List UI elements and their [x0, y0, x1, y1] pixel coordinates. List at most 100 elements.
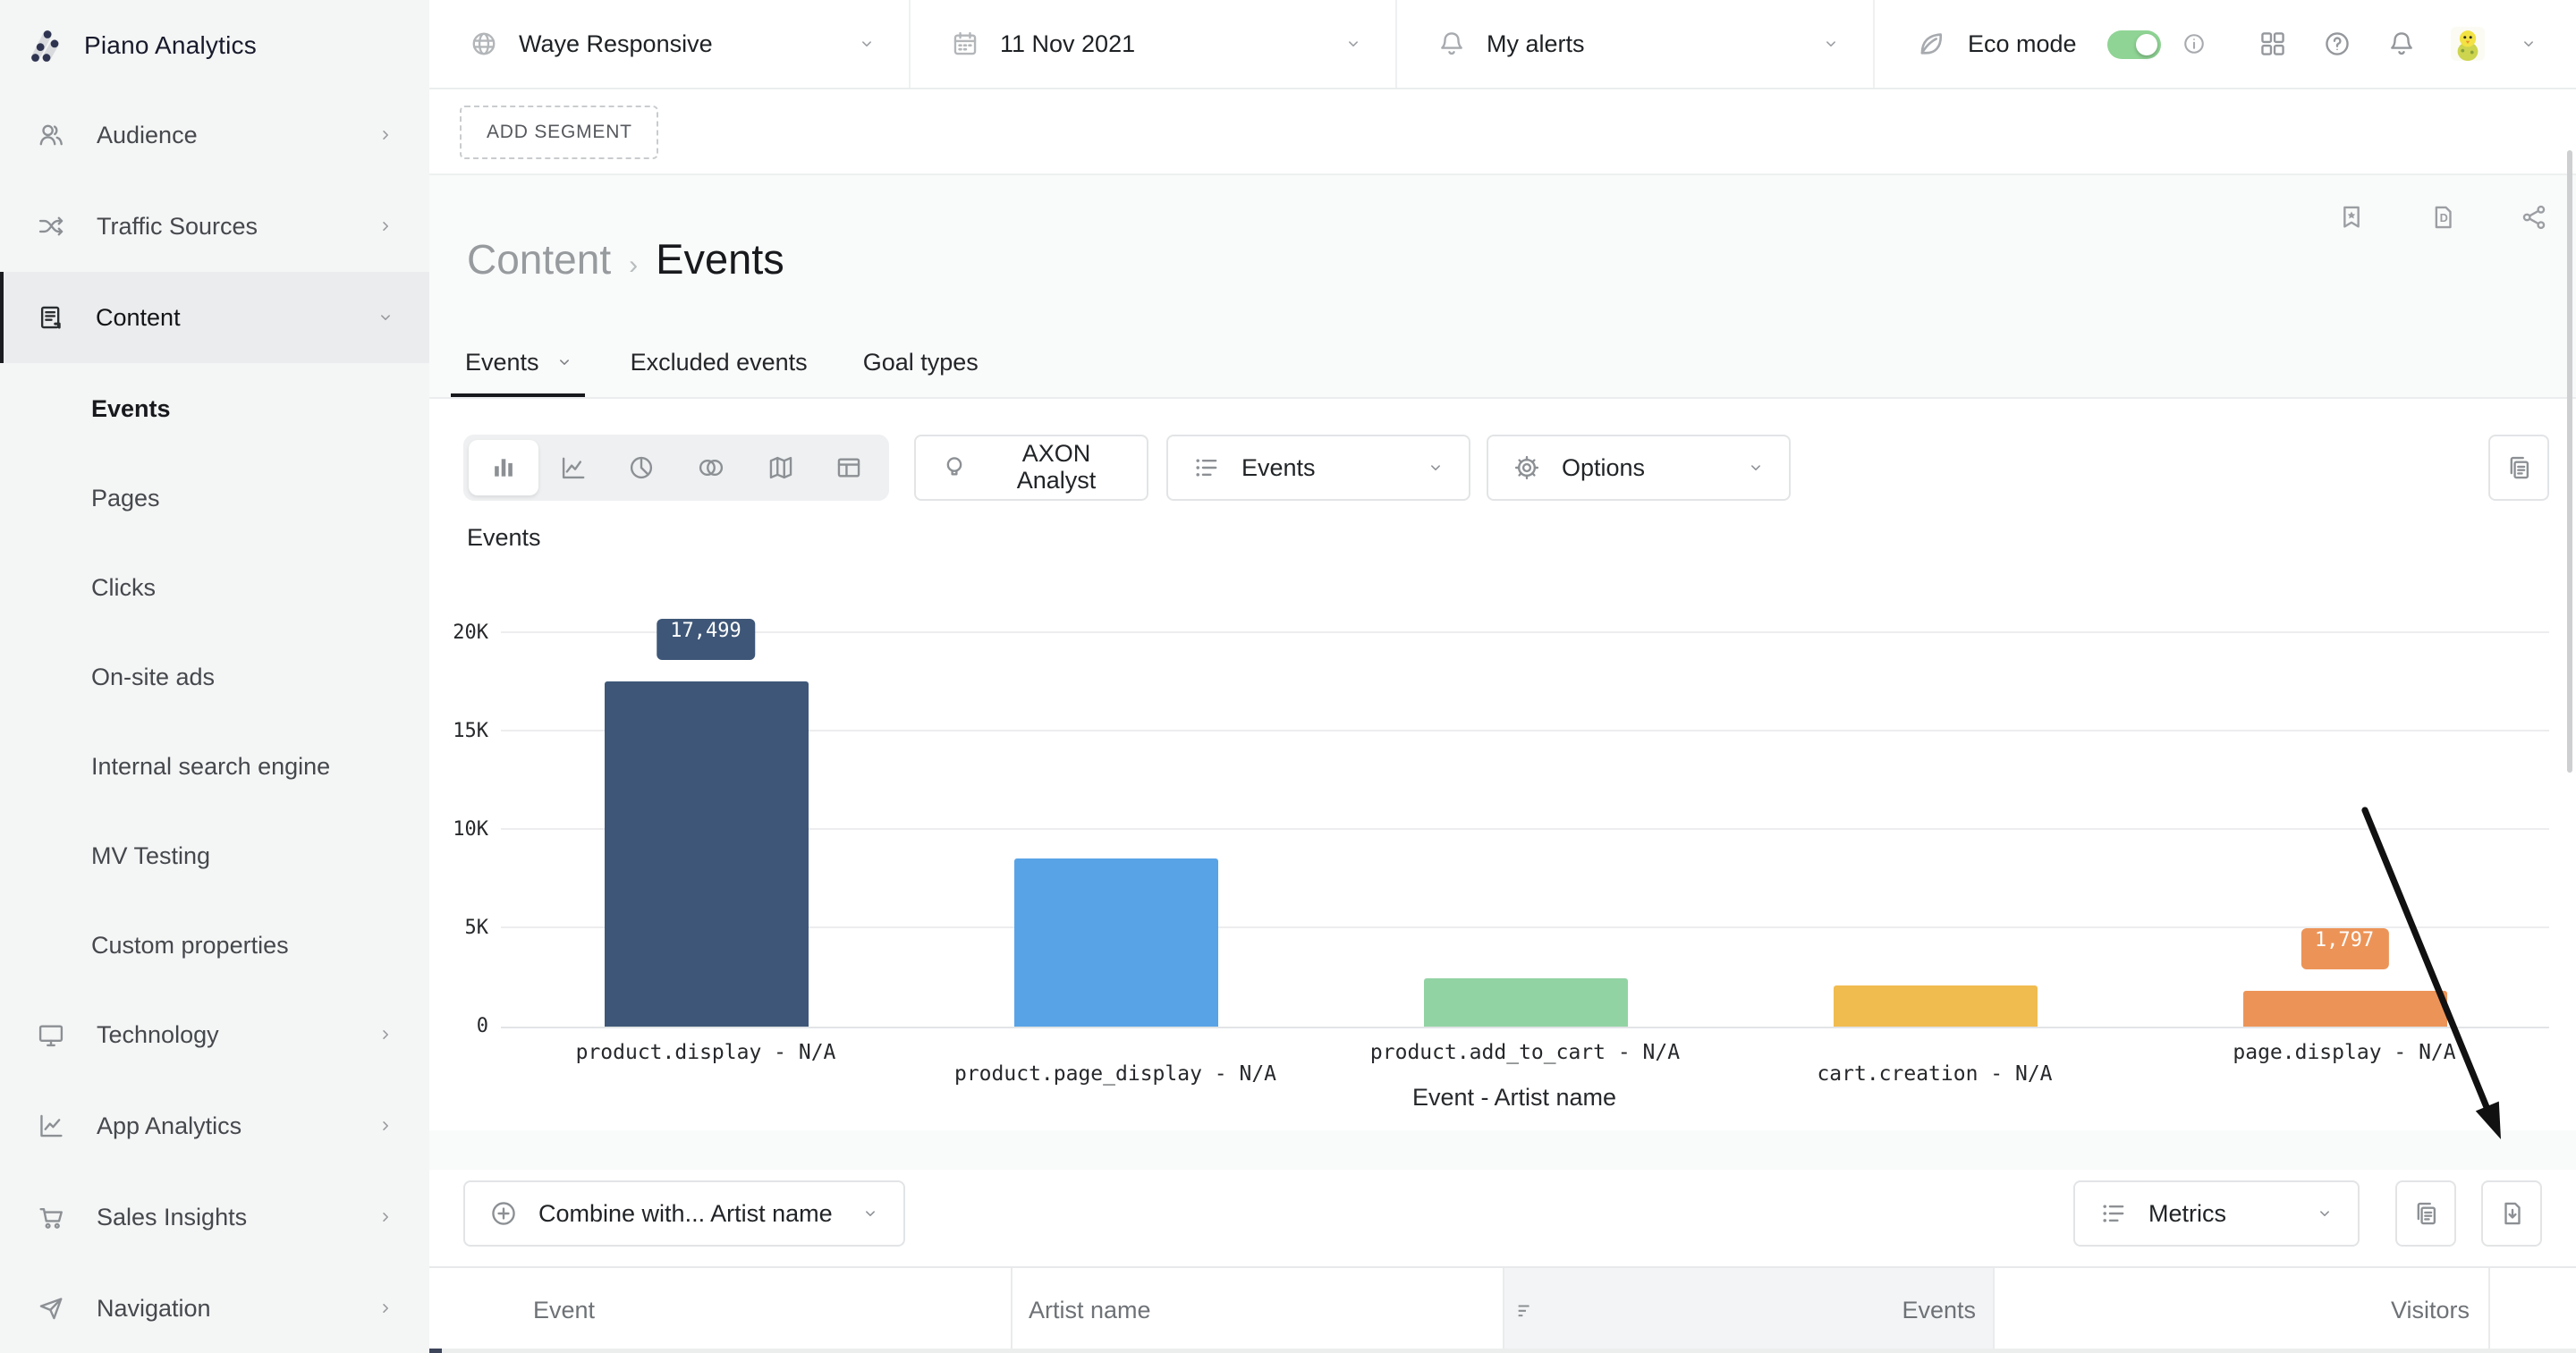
notifications-icon[interactable] — [2386, 29, 2417, 59]
copy-table-button[interactable] — [2395, 1180, 2456, 1246]
v-scrollbar-thumb[interactable] — [2566, 150, 2572, 773]
piano-analytics-logo-icon — [23, 22, 68, 67]
sidebar-item-label: Navigation — [97, 1295, 211, 1322]
site-selector[interactable]: Waye Responsive — [429, 0, 909, 88]
sidebar-subitem-pages[interactable]: Pages — [0, 452, 429, 542]
axon-analyst-button[interactable]: AXON Analyst — [914, 434, 1148, 500]
bar-product-add-to-cart-n-a[interactable] — [1423, 979, 1627, 1026]
bar-category-label: page.display - N/A — [2233, 1038, 2455, 1063]
viz-type-venn[interactable] — [676, 439, 745, 495]
content-icon — [35, 302, 65, 333]
brand[interactable]: Piano Analytics — [0, 0, 429, 89]
chevron-right-icon — [376, 216, 395, 236]
h-scrollbar-thumb[interactable] — [429, 1348, 442, 1353]
sidebar-item-technology[interactable]: Technology — [0, 989, 429, 1080]
bar-product-display-n-a[interactable] — [604, 681, 808, 1026]
bar-category-label: product.add_to_cart - N/A — [1370, 1038, 1680, 1063]
sidebar-item-traffic-sources[interactable]: Traffic Sources — [0, 181, 429, 272]
site-selector-label: Waye Responsive — [519, 30, 713, 57]
bar-value-label: 1,797 — [2301, 927, 2388, 968]
bar-page-display-n-a[interactable] — [2242, 990, 2446, 1026]
sidebar-subitem-events[interactable]: Events — [0, 363, 429, 452]
breadcrumb-parent[interactable]: Content — [467, 236, 611, 284]
sidebar-item-label: App Analytics — [97, 1112, 242, 1139]
eco-mode-section: Eco mode — [1873, 0, 2258, 88]
bar-category-label: product.display - N/A — [576, 1038, 836, 1063]
viz-type-map[interactable] — [745, 439, 814, 495]
sidebar-item-content[interactable]: Content — [0, 272, 429, 363]
column-header-events[interactable]: Events — [1503, 1268, 1992, 1353]
copy-chart-button[interactable] — [2488, 434, 2549, 500]
bar-chart-icon — [488, 452, 519, 482]
column-header-label: Events — [1902, 1298, 1976, 1324]
list-icon — [1191, 452, 1222, 482]
apps-grid-icon[interactable] — [2258, 29, 2288, 59]
tabs: Events Excluded events Goal types — [465, 326, 979, 397]
column-header-event[interactable]: Event — [429, 1268, 1011, 1353]
segment-bar: ADD SEGMENT — [429, 89, 2576, 175]
combine-with-dropdown[interactable]: Combine with... Artist name — [463, 1180, 905, 1246]
breadcrumb: Content › Events — [467, 236, 784, 284]
viz-type-table[interactable] — [815, 439, 884, 495]
svg-text:D: D — [2440, 211, 2448, 224]
navigation-icon — [36, 1293, 66, 1323]
column-header-empty — [2487, 1268, 2576, 1353]
tab-excluded-events[interactable]: Excluded events — [631, 326, 808, 397]
sidebar-subitem-custom-properties[interactable]: Custom properties — [0, 900, 429, 989]
sidebar-subitem-mv-testing[interactable]: MV Testing — [0, 810, 429, 900]
audience-icon — [36, 120, 66, 150]
date-selector[interactable]: 11 Nov 2021 — [909, 0, 1395, 88]
bar-cart-creation-n-a[interactable] — [1833, 985, 2037, 1026]
bar-value-label: 17,499 — [656, 618, 756, 659]
sidebar-item-sales-insights[interactable]: Sales Insights — [0, 1171, 429, 1263]
gridline — [501, 829, 2549, 831]
metrics-dropdown[interactable]: Metrics — [2073, 1180, 2360, 1246]
sidebar-item-app-analytics[interactable]: App Analytics — [0, 1080, 429, 1171]
bookmark-star-icon[interactable] — [2336, 202, 2367, 233]
help-icon[interactable] — [2322, 29, 2352, 59]
eco-mode-toggle[interactable] — [2107, 30, 2161, 58]
export-button[interactable] — [2481, 1180, 2542, 1246]
report-icon[interactable]: D — [2428, 202, 2458, 233]
chevron-right-icon — [376, 1025, 395, 1044]
viz-type-pie-chart[interactable] — [607, 439, 676, 495]
chevron-down-icon — [555, 351, 575, 371]
share-icon[interactable] — [2519, 202, 2549, 233]
breadcrumb-separator: › — [629, 250, 638, 281]
bar-category-label: product.page_display - N/A — [954, 1060, 1276, 1085]
tab-events[interactable]: Events — [465, 326, 575, 397]
y-tick-label: 5K — [465, 916, 489, 939]
avatar[interactable] — [2451, 27, 2485, 61]
tab-label: Excluded events — [631, 348, 808, 375]
alerts-selector[interactable]: My alerts — [1395, 0, 1873, 88]
sidebar-subitem-internal-search-engine[interactable]: Internal search engine — [0, 721, 429, 810]
add-segment-button[interactable]: ADD SEGMENT — [460, 105, 659, 158]
bar-product-page-display-n-a[interactable] — [1013, 859, 1217, 1026]
chart-title: Events — [467, 523, 541, 550]
table-panel: Combine with... Artist name Metrics Even… — [429, 1169, 2576, 1353]
info-icon[interactable] — [2181, 30, 2207, 57]
column-header-visitors[interactable]: Visitors — [1992, 1268, 2487, 1353]
chevron-down-icon[interactable] — [2519, 34, 2538, 54]
options-dropdown[interactable]: Options — [1487, 434, 1791, 500]
sidebar-subitem-on-site-ads[interactable]: On-site ads — [0, 631, 429, 721]
column-header-label: Artist name — [1029, 1298, 1151, 1324]
column-header-artist-name[interactable]: Artist name — [1011, 1268, 1503, 1353]
brand-name: Piano Analytics — [84, 30, 257, 59]
table-bottom-edge — [429, 1348, 2576, 1353]
viz-type-bar-chart[interactable] — [469, 439, 538, 495]
lightbulb-icon — [939, 452, 970, 482]
gridline — [501, 730, 2549, 731]
copy-icon — [2504, 452, 2534, 482]
table-icon — [834, 452, 864, 482]
topbar-icons — [2258, 0, 2538, 88]
sidebar-item-audience[interactable]: Audience — [0, 89, 429, 181]
dimension-dropdown[interactable]: Events — [1166, 434, 1470, 500]
sidebar-item-label: Audience — [97, 122, 198, 148]
chevron-down-icon — [1343, 34, 1363, 54]
sidebar-subitem-clicks[interactable]: Clicks — [0, 542, 429, 631]
viz-type-line-chart[interactable] — [538, 439, 606, 495]
tab-goal-types[interactable]: Goal types — [863, 326, 979, 397]
sidebar-item-navigation[interactable]: Navigation — [0, 1263, 429, 1353]
bar-category-label: cart.creation - N/A — [1817, 1060, 2052, 1085]
